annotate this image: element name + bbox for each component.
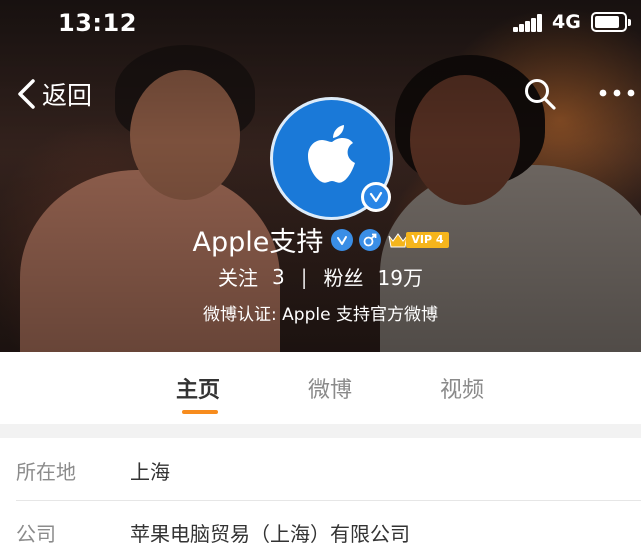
back-button[interactable]: 返回: [14, 76, 92, 112]
section-divider: [0, 424, 641, 438]
tab-home[interactable]: 主页: [176, 372, 220, 404]
profile-name-row: Apple支持 VIP 4: [0, 220, 641, 259]
verification-text: 微博认证: Apple 支持官方微博: [203, 305, 438, 325]
apple-logo-icon: [307, 124, 355, 183]
more-dots-icon[interactable]: [597, 86, 637, 100]
avatar-verified-icon: [361, 182, 391, 212]
battery-icon: [591, 12, 631, 32]
info-value-company: 苹果电脑贸易（上海）有限公司: [130, 522, 410, 543]
info-row-company: 公司 苹果电脑贸易（上海）有限公司: [0, 500, 641, 543]
search-icon[interactable]: [523, 77, 557, 111]
profile-stats: 关注 3 | 粉丝 19万: [0, 262, 641, 291]
status-bar: 13:12 4G: [0, 0, 641, 46]
verified-icon: [331, 228, 354, 251]
info-value-location: 上海: [130, 460, 170, 484]
chevron-left-icon: [18, 79, 35, 109]
tab-weibo[interactable]: 微博: [308, 372, 352, 404]
stats-separator: |: [300, 264, 308, 289]
network-type: 4G: [552, 11, 581, 33]
profile-tabs: 主页 微博 视频: [0, 352, 641, 424]
following-label[interactable]: 关注: [218, 262, 258, 291]
battery-level: [595, 16, 619, 28]
check-icon: [369, 191, 383, 203]
active-tab-indicator: [182, 410, 218, 414]
status-time: 13:12: [58, 9, 137, 37]
info-key-location: 所在地: [16, 460, 76, 484]
tab-video[interactable]: 视频: [440, 372, 484, 404]
profile-info-list: 所在地 上海 公司 苹果电脑贸易（上海）有限公司: [0, 438, 641, 543]
back-label: 返回: [42, 81, 93, 110]
vip-label: VIP 4: [406, 231, 449, 248]
followers-count[interactable]: 19万: [378, 262, 423, 291]
male-icon: [359, 228, 382, 251]
following-count[interactable]: 3: [272, 265, 285, 289]
info-key-company: 公司: [16, 522, 56, 543]
info-row-location: 所在地 上海: [0, 438, 641, 501]
profile-name: Apple支持: [192, 227, 324, 258]
signal-strength-icon: [513, 14, 543, 32]
followers-label[interactable]: 粉丝: [324, 262, 364, 291]
vip-badge[interactable]: VIP 4: [387, 230, 449, 250]
